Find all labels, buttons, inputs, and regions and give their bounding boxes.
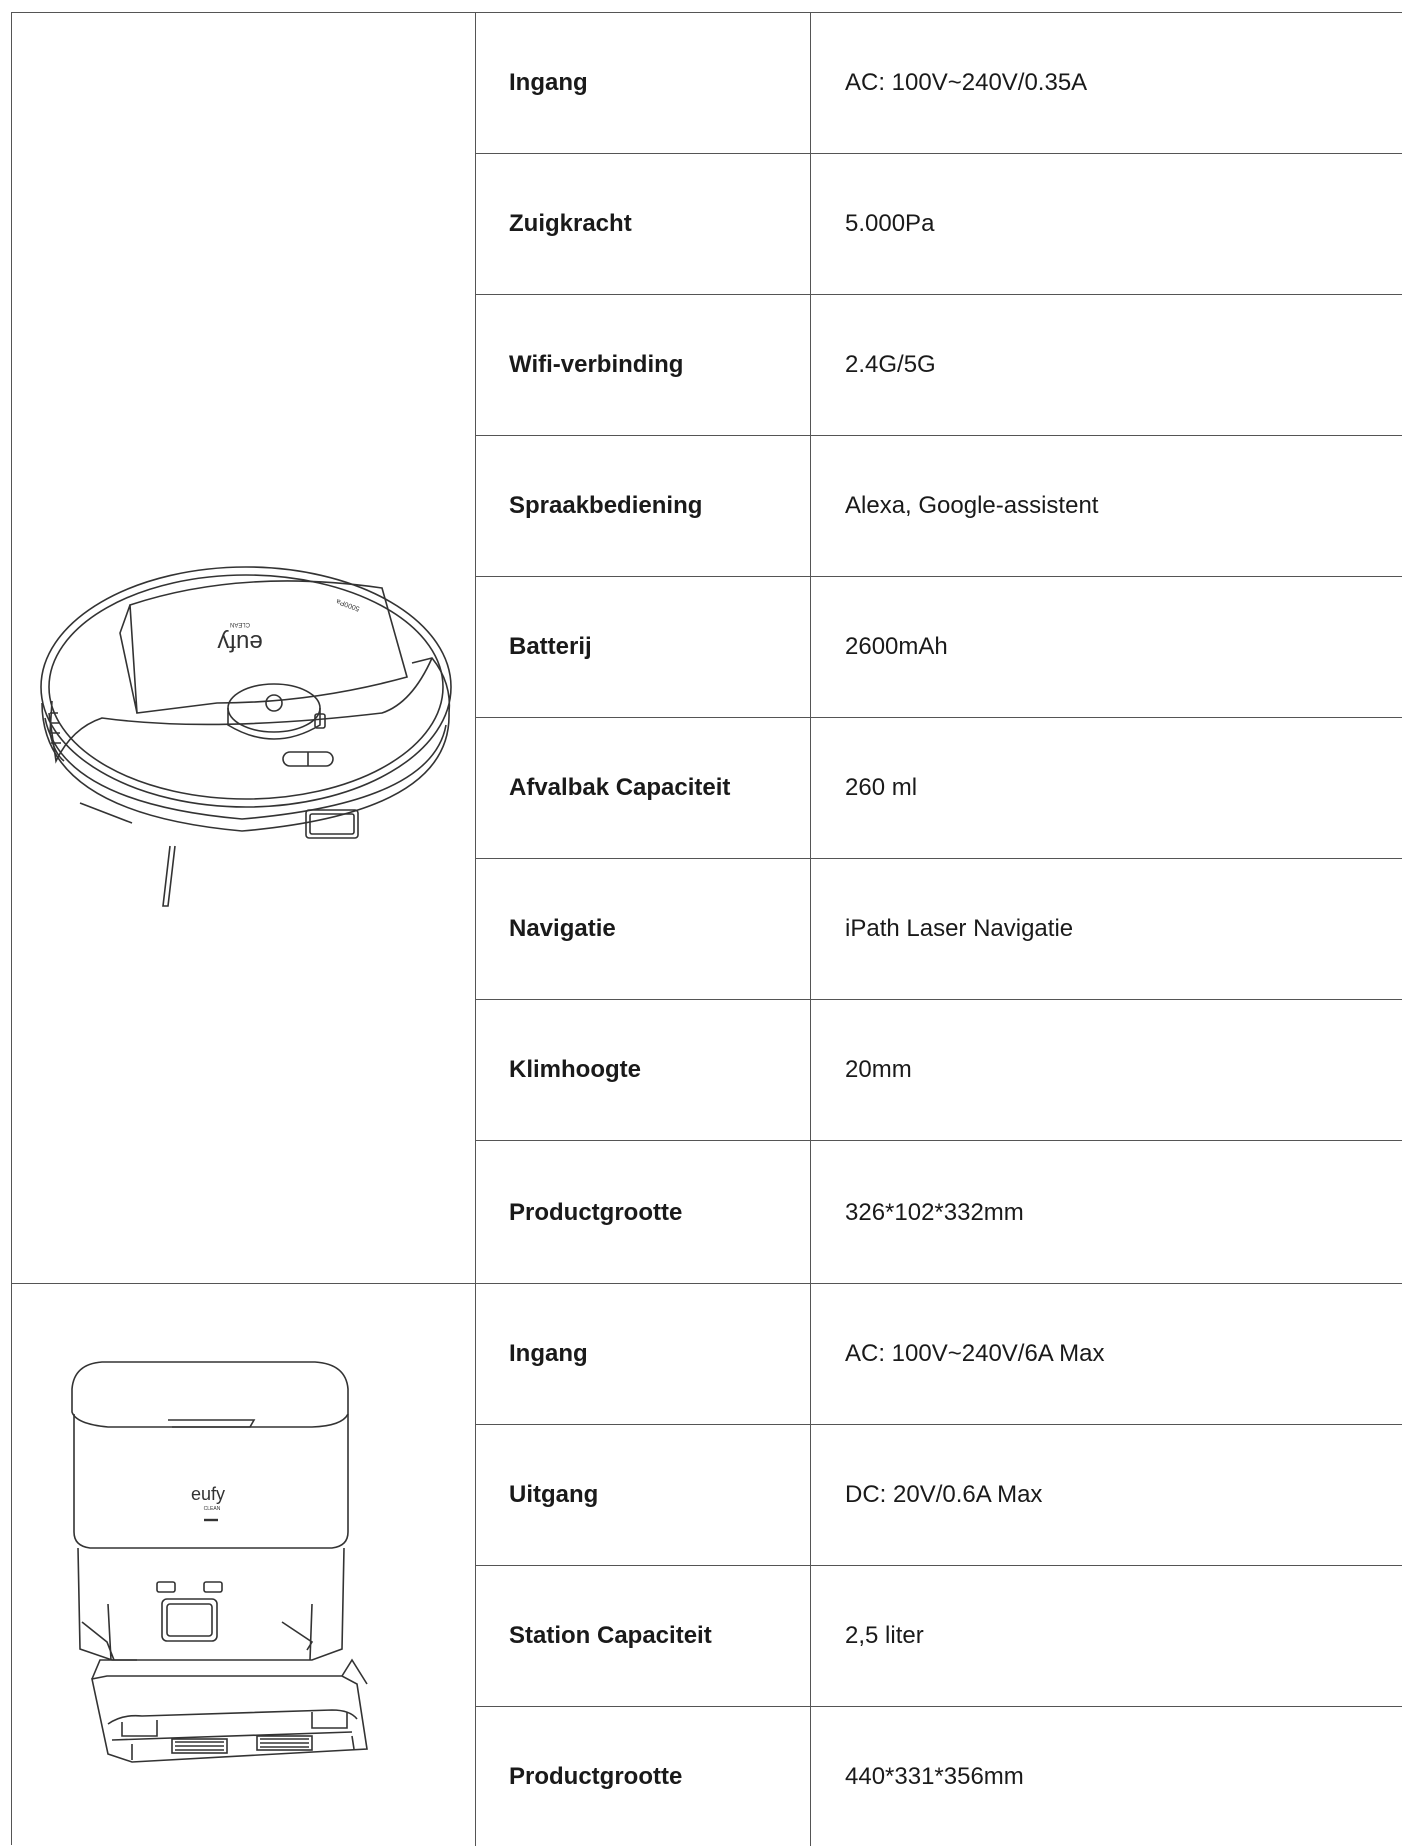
robot-logo-text: eufy <box>217 629 262 656</box>
spec-row: Spraakbediening Alexa, Google-assistent <box>476 436 1402 577</box>
spec-row: Productgrootte 440*331*356mm <box>476 1707 1402 1846</box>
spec-label: Uitgang <box>476 1425 811 1565</box>
spec-value: 260 ml <box>845 774 918 801</box>
spec-value: AC: 100V~240V/6A Max <box>845 1340 1105 1367</box>
spec-label: Afvalbak Capaciteit <box>476 718 811 858</box>
spec-value: 5.000Pa <box>845 210 935 237</box>
spec-value: 2.4G/5G <box>845 351 936 378</box>
spec-label: Batterij <box>476 577 811 717</box>
station-image-cell: eufy CLEAN <box>12 1284 476 1846</box>
spec-value: 326*102*332mm <box>845 1198 1024 1226</box>
spec-row: Zuigkracht 5.000Pa <box>476 154 1402 295</box>
spec-value: 2600mAh <box>845 633 948 660</box>
robot-image-cell: eufy CLEAN 5000Pa <box>12 13 476 1283</box>
spec-label: Station Capaciteit <box>476 1566 811 1706</box>
station-section: eufy CLEAN Ingang AC: 100V~240V/6A Max Uit… <box>12 1284 1402 1846</box>
spec-value: iPath Laser Navigatie <box>845 915 1074 942</box>
spec-label: Wifi-verbinding <box>476 295 811 435</box>
robot-section: eufy CLEAN 5000Pa Ingang AC: 100V~240V/0.… <box>12 13 1402 1284</box>
spec-label: Spraakbediening <box>476 436 811 576</box>
spec-label: Zuigkracht <box>476 154 811 294</box>
robot-spec-rows: Ingang AC: 100V~240V/0.35A Zuigkracht 5.000… <box>476 13 1402 1284</box>
spec-value: AC: 100V~240V/0.35A <box>845 69 1088 96</box>
spec-row: Klimhoogte 20mm <box>476 1000 1402 1141</box>
spec-row: Ingang AC: 100V~240V/0.35A <box>476 13 1402 154</box>
robot-lid-text: 5000Pa <box>336 597 361 612</box>
spec-row: Productgrootte 326*102*332mm <box>476 1141 1402 1284</box>
robot-vacuum-illustration: eufy CLEAN 5000Pa <box>40 566 452 907</box>
spec-row: Navigatie iPath Laser Navigatie <box>476 859 1402 1000</box>
spec-value: 20mm <box>845 1056 912 1083</box>
spec-label: Ingang <box>476 1284 811 1424</box>
spec-value: Alexa, Google-assistent <box>845 492 1099 519</box>
spec-label: Klimhoogte <box>476 1000 811 1140</box>
docking-station-illustration: eufy CLEAN <box>71 1361 368 1763</box>
station-logo-text: eufy <box>191 1484 225 1504</box>
spec-row: Batterij 2600mAh <box>476 577 1402 718</box>
spec-value: 440*331*356mm <box>845 1762 1024 1790</box>
station-logo-sub: CLEAN <box>204 1506 221 1512</box>
spec-label: Productgrootte <box>476 1141 811 1284</box>
spec-value: DC: 20V/0.6A Max <box>845 1481 1043 1508</box>
spec-label: Ingang <box>476 13 811 153</box>
spec-value: 2,5 liter <box>845 1622 924 1649</box>
spec-label: Productgrootte <box>476 1707 811 1846</box>
spec-row: Station Capaciteit 2,5 liter <box>476 1566 1402 1707</box>
spec-row: Uitgang DC: 20V/0.6A Max <box>476 1425 1402 1566</box>
robot-logo-sub: CLEAN <box>230 621 250 627</box>
spec-label: Navigatie <box>476 859 811 999</box>
spec-row: Afvalbak Capaciteit 260 ml <box>476 718 1402 859</box>
spec-table: eufy CLEAN 5000Pa Ingang AC: 100V~240V/0.… <box>11 12 1402 1846</box>
spec-row: Wifi-verbinding 2.4G/5G <box>476 295 1402 436</box>
spec-row: Ingang AC: 100V~240V/6A Max <box>476 1284 1402 1425</box>
station-spec-rows: Ingang AC: 100V~240V/6A Max Uitgang DC: 20V… <box>476 1284 1402 1846</box>
